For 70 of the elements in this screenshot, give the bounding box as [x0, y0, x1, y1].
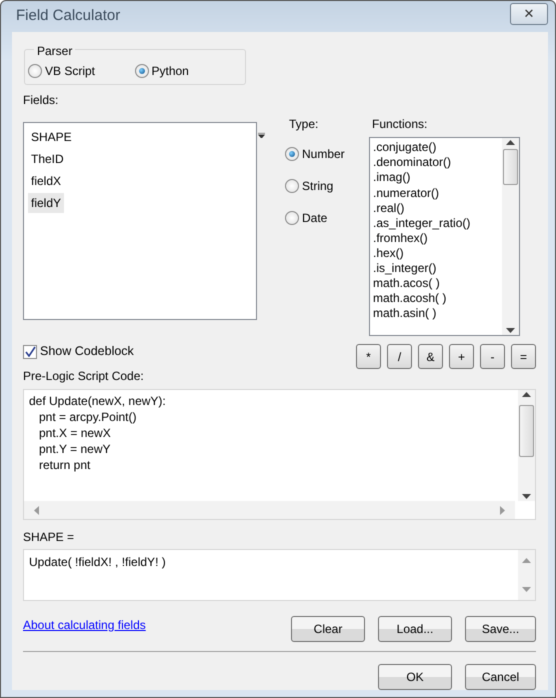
radio-button[interactable]: Date: [285, 209, 328, 228]
vertical-scrollbar[interactable]: [502, 138, 519, 336]
fields-label: Fields:: [23, 92, 58, 110]
radio-icon[interactable]: [134, 64, 148, 78]
operator-button[interactable]: +: [449, 344, 474, 370]
group-label: Parser: [34, 44, 76, 58]
horizontal-scrollbar[interactable]: [24, 501, 515, 519]
operator-button[interactable]: =: [511, 344, 536, 370]
radio-button[interactable]: Number: [285, 145, 345, 164]
radio-button[interactable]: Python: [134, 62, 241, 80]
list-item[interactable]: .numerator(): [370, 186, 502, 201]
list-item[interactable]: .hex(): [370, 246, 502, 261]
list-item[interactable]: .denominator(): [370, 155, 502, 170]
list-item[interactable]: math.acosh( ): [370, 291, 502, 306]
checkbox[interactable]: [23, 344, 37, 359]
list-item[interactable]: math.acos( ): [370, 276, 502, 292]
code-line: pnt.X = newX: [38, 425, 112, 441]
expression-text: Update( !fieldX! , !fieldY! ): [29, 555, 166, 569]
code-line: return pnt: [38, 457, 92, 473]
operator-button[interactable]: *: [356, 344, 381, 370]
vertical-scrollbar[interactable]: [518, 390, 535, 501]
sort-icon[interactable]: [258, 133, 265, 138]
operator-button[interactable]: &: [418, 344, 443, 370]
operator-button[interactable]: /: [387, 344, 412, 370]
radio-icon[interactable]: [28, 64, 42, 78]
expression-label: SHAPE =: [23, 529, 74, 546]
scroll-thumb[interactable]: [519, 405, 534, 457]
list-item[interactable]: .fromhex(): [370, 230, 502, 246]
action-button[interactable]: Save...: [465, 616, 536, 642]
code-editor[interactable]: def Update(newX, newY): pnt = arcpy.Point() pnt.X = newX pnt.Y = newY return pnt: [23, 389, 536, 520]
radio-button[interactable]: String: [285, 177, 334, 196]
type-label: Type:: [289, 116, 318, 134]
list-item[interactable]: TheID: [28, 149, 67, 170]
code-line: pnt.Y = newY: [38, 441, 112, 457]
close-button[interactable]: ✕: [510, 2, 548, 25]
functions-label: Functions:: [372, 116, 428, 134]
scroll-right-icon[interactable]: [500, 506, 505, 514]
list-item[interactable]: SHAPE: [28, 127, 75, 148]
list-item[interactable]: .real(): [370, 200, 502, 216]
cancel-button[interactable]: Cancel: [465, 664, 536, 690]
radio-button[interactable]: VB Script: [28, 62, 134, 80]
help-link[interactable]: About calculating fields: [23, 616, 146, 634]
list-item[interactable]: .imag(): [370, 170, 502, 186]
action-button[interactable]: Clear: [291, 616, 365, 642]
list-item[interactable]: .conjugate(): [370, 140, 502, 156]
checkbox-label: Show Codeblock: [40, 343, 134, 360]
list-item[interactable]: .as_integer_ratio(): [370, 216, 502, 231]
fields-list[interactable]: SHAPE TheID fieldX fieldY: [23, 122, 257, 320]
expression-field[interactable]: Update( !fieldX! , !fieldY! ): [23, 549, 536, 601]
list-item[interactable]: fieldX: [28, 171, 64, 192]
scroll-down-icon[interactable]: [522, 494, 531, 499]
radio-icon[interactable]: [285, 147, 299, 162]
list-item[interactable]: .is_integer(): [370, 261, 502, 276]
code-line: def Update(newX, newY):: [28, 393, 167, 409]
window-title: Field Calculator: [16, 6, 120, 26]
scroll-left-icon[interactable]: [34, 506, 39, 514]
code-label: Pre-Logic Script Code:: [23, 368, 144, 385]
functions-list[interactable]: .conjugate() .denominator() .imag() .numerator() .real() .as_integer_ratio() .fromhex() .hex() .is_integer() math.acos( ) math.acosh( ) math.asin( ): [369, 137, 520, 336]
action-button[interactable]: Load...: [378, 616, 452, 642]
scroll-down-icon[interactable]: [506, 328, 515, 334]
list-item[interactable]: fieldY: [28, 193, 64, 214]
code-line: pnt = arcpy.Point(): [38, 409, 138, 425]
radio-icon[interactable]: [285, 179, 299, 194]
radio-icon[interactable]: [285, 211, 299, 226]
scroll-up-icon[interactable]: [506, 140, 515, 146]
ok-button[interactable]: OK: [378, 664, 452, 690]
operator-button[interactable]: -: [480, 344, 505, 370]
list-item[interactable]: math.asin( ): [370, 306, 502, 322]
scroll-up-icon[interactable]: [522, 392, 531, 397]
scroll-thumb[interactable]: [503, 149, 518, 186]
